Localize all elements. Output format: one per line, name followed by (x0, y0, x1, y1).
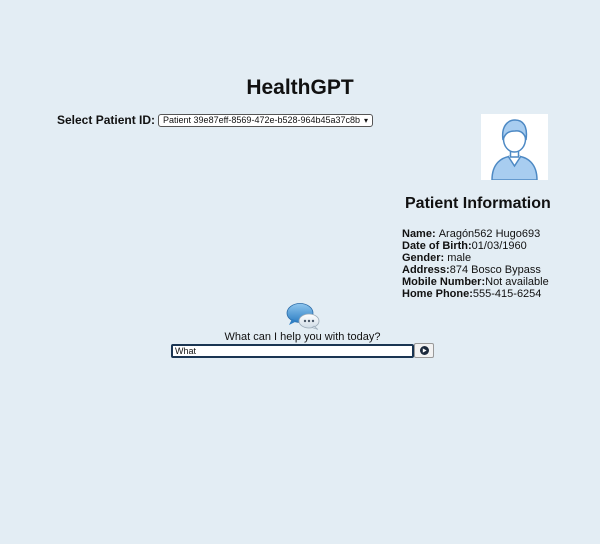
patient-address-value: 874 Bosco Bypass (449, 264, 541, 276)
chat-query-input[interactable]: What (171, 344, 414, 358)
user-avatar-icon (481, 114, 548, 181)
patient-id-selected-value: Patient 39e87eff-8569-472e-b528-964b45a3… (163, 115, 361, 125)
patient-home-phone-label: Home Phone (402, 288, 470, 300)
send-button[interactable] (414, 343, 434, 358)
patient-dob-value: 01/03/1960 (471, 240, 527, 252)
patient-select-label: Select Patient ID: (57, 113, 156, 127)
chevron-down-icon: ▾ (364, 115, 369, 125)
patient-mobile-row: Mobile Number:Not available (402, 276, 549, 288)
patient-home-phone-row: Home Phone:555-415-6254 (402, 288, 549, 300)
patient-name-label: Name (402, 228, 432, 240)
patient-name-sep: : (431, 228, 439, 240)
patient-dob-label: Date of Birth (402, 240, 468, 252)
play-circle-icon (419, 346, 429, 355)
patient-mobile-label: Mobile Number (402, 276, 482, 288)
patient-gender-value: male (447, 252, 472, 264)
patient-address-label: Address (402, 264, 447, 276)
patient-gender-row: Gender: male (402, 252, 549, 264)
patient-name-value: Aragón562 Hugo693 (438, 228, 541, 240)
patient-select-row: Select Patient ID: Patient 39e87eff-8569… (57, 113, 374, 127)
chat-prompt: What can I help you with today? (224, 331, 381, 343)
patient-home-phone-value: 555-415-6254 (472, 288, 542, 300)
patient-dob-row: Date of Birth:01/03/1960 (402, 240, 549, 252)
patient-mobile-value: Not available (485, 276, 549, 288)
patient-info-list: Name: Aragón562 Hugo693 Date of Birth:01… (402, 228, 549, 300)
page-title: HealthGPT (246, 76, 354, 99)
patient-name-row: Name: Aragón562 Hugo693 (402, 228, 549, 240)
chat-query-value: What (175, 346, 197, 356)
patient-id-select[interactable]: Patient 39e87eff-8569-472e-b528-964b45a3… (158, 113, 374, 127)
chat-bubbles-icon (286, 302, 320, 330)
patient-gender-label: Gender (402, 252, 441, 264)
patient-address-row: Address:874 Bosco Bypass (402, 264, 549, 276)
patient-info-heading: Patient Information (405, 195, 551, 212)
